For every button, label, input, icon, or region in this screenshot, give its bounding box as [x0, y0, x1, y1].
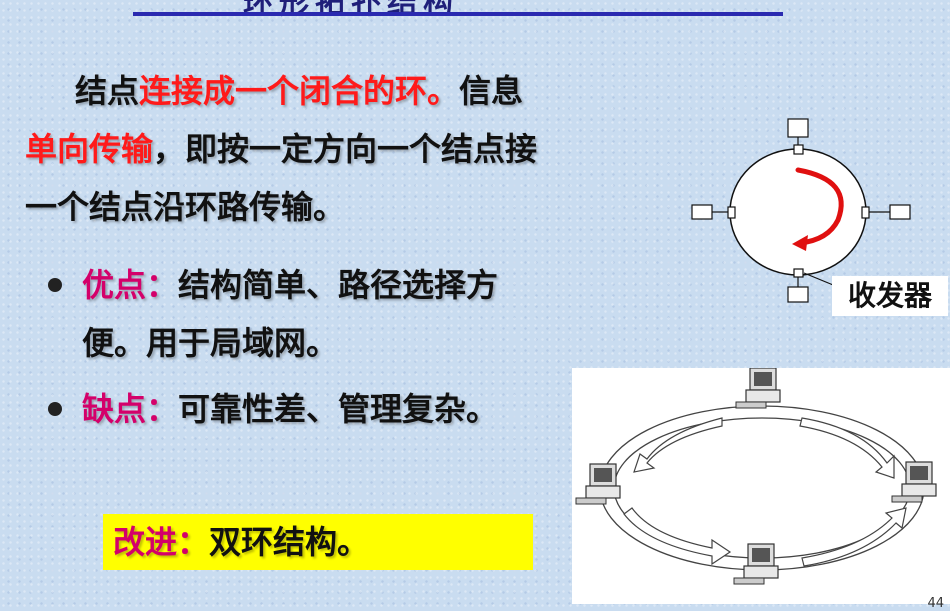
improvement-box: 改进：双环结构。	[103, 514, 533, 570]
improvement-text: 双环结构。	[209, 523, 370, 561]
para-highlight-closed-ring: 连接成一个闭合的环。	[139, 72, 460, 110]
computer-icon	[891, 461, 937, 503]
page-number: 44	[927, 596, 944, 611]
advantages-label: 优点：	[82, 266, 179, 304]
computer-icon	[735, 368, 781, 409]
computer-icon	[733, 543, 779, 585]
transceiver-right	[861, 206, 870, 219]
node-top	[787, 118, 809, 138]
transceiver-left	[727, 206, 736, 219]
ring-description: 结点连接成一个闭合的环。信息 单向传输，即按一定方向一个结点接 一个结点沿环路传…	[25, 62, 665, 236]
improvement-label: 改进：	[113, 523, 210, 561]
disadvantages-label: 缺点：	[82, 390, 179, 428]
para-part5: ，即按一定方向一个结点接	[153, 130, 538, 168]
ring-network-illustration	[572, 368, 950, 604]
node-left	[691, 204, 713, 220]
para-highlight-one-way: 单向传输	[25, 130, 154, 168]
transceiver-bottom	[793, 268, 804, 278]
computer-icon	[575, 463, 621, 505]
advantages-line1: 结构简单、路径选择方	[178, 266, 499, 304]
flow-arrow-top-left	[633, 417, 723, 473]
transceiver-top	[793, 144, 804, 155]
node-right	[889, 204, 911, 220]
para-part1: 结点	[75, 72, 140, 110]
flow-arrow-bottom-right	[801, 507, 907, 567]
node-bottom	[787, 286, 809, 303]
title-underline	[133, 12, 783, 16]
transceiver-label: 收发器	[832, 276, 948, 316]
para-part6: 一个结点沿环路传输。	[25, 188, 346, 226]
bullet-dot	[48, 402, 62, 416]
flow-arrow-bottom-left	[623, 507, 732, 566]
disadvantages-text: 可靠性差、管理复杂。	[178, 390, 499, 428]
advantages-line2: 便。用于局域网。	[82, 324, 339, 362]
flow-arrow-top-right	[799, 417, 895, 479]
bullet-dot	[48, 278, 62, 292]
para-part3: 信息	[459, 72, 524, 110]
